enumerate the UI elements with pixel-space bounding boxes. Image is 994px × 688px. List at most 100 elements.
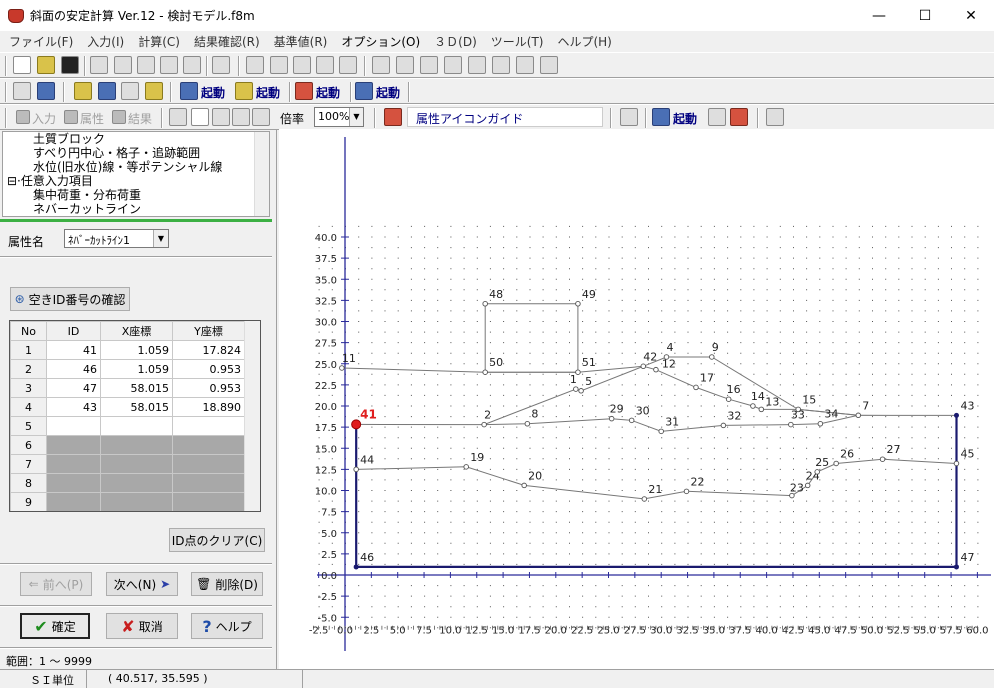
pdf-icon[interactable] <box>212 56 230 74</box>
ok-button[interactable]: ✔ 確定 <box>20 613 90 639</box>
window-icon[interactable] <box>766 108 784 126</box>
drawing-canvas[interactable]: 40.0 37.5 35.0 32.5 30.0 27.5 25.0 22.5 20.0 17.5… <box>279 129 994 669</box>
grid-tool1-icon[interactable] <box>372 56 390 74</box>
check-free-id-button[interactable]: ⊛ 空きID番号の確認 <box>10 287 130 311</box>
zoom-fit-icon[interactable] <box>212 108 230 126</box>
select-icon[interactable] <box>169 108 187 126</box>
close-button[interactable]: ✕ <box>948 0 994 31</box>
attribute-select[interactable]: ﾈﾊﾞｰｶｯﾄﾗｲﾝ1 ▼ <box>64 229 169 248</box>
clear-id-button[interactable]: ID点のクリア(C) <box>169 528 265 552</box>
table-scrollbar[interactable] <box>244 321 260 511</box>
tree-scrollbar[interactable] <box>254 132 269 216</box>
card-icon[interactable] <box>121 82 139 100</box>
table-row[interactable]: 8 <box>10 473 245 493</box>
draw-tool4-icon[interactable] <box>316 56 334 74</box>
zoom-out-icon[interactable] <box>252 108 270 126</box>
grid-tool7-icon[interactable] <box>516 56 534 74</box>
coordinate-table[interactable]: No ID X座標 Y座標 1 41 1.059 17.824 2 46 1.059 0.9… <box>9 320 261 512</box>
grid-tool8-icon[interactable] <box>540 56 558 74</box>
tree-item[interactable]: 土質ブロック <box>3 132 269 146</box>
table-row[interactable]: 4 43 58.015 18.890 <box>10 397 245 417</box>
report2-icon[interactable] <box>160 56 178 74</box>
slope-icon[interactable] <box>730 108 748 126</box>
launch2-button[interactable]: 起動 <box>256 84 280 101</box>
open-folder-icon[interactable] <box>37 56 55 74</box>
preview-icon[interactable] <box>90 56 108 74</box>
tree-item[interactable]: すべり円中心・格子・追跡範囲 <box>3 146 269 160</box>
toolbar-main <box>0 52 994 78</box>
eraser-icon[interactable] <box>620 108 638 126</box>
menu-result[interactable]: 結果確認(R) <box>187 33 267 50</box>
launch5-button[interactable]: 起動 <box>673 110 697 127</box>
tree-view[interactable]: 土質ブロック すべり円中心・格子・追跡範囲 水位(旧水位)線・等ポテンシャル線 … <box>2 131 270 217</box>
menu-option[interactable]: オプション(O) <box>334 33 427 50</box>
launch4-button[interactable]: 起動 <box>376 84 400 101</box>
table-row[interactable]: 5 <box>10 416 245 436</box>
tree-item[interactable]: 水位(旧水位)線・等ポテンシャル線 <box>3 160 269 174</box>
col-no: No <box>10 321 47 341</box>
grid-tool4-icon[interactable] <box>444 56 462 74</box>
input-mode-button[interactable]: 入力 <box>32 110 56 127</box>
attr-mode-button[interactable]: 属性 <box>80 110 104 127</box>
info-icon[interactable] <box>145 82 163 100</box>
grid-tool5-icon[interactable] <box>468 56 486 74</box>
report-icon[interactable] <box>137 56 155 74</box>
table-row[interactable]: 2 46 1.059 0.953 <box>10 359 245 379</box>
result-mode-button[interactable]: 結果 <box>128 110 152 127</box>
new-file-icon[interactable] <box>13 56 31 74</box>
y-tick-label: 35.0 <box>315 275 337 286</box>
zoom-select[interactable]: 100% ▼ <box>314 107 364 127</box>
maximize-button[interactable]: ☐ <box>902 0 948 31</box>
draw-tool1-icon[interactable] <box>246 56 264 74</box>
print-icon[interactable] <box>114 56 132 74</box>
hand-icon[interactable] <box>191 108 209 126</box>
table-row[interactable]: 6 <box>10 435 245 455</box>
export-icon[interactable] <box>183 56 201 74</box>
attribute-guide-field[interactable]: 属性アイコンガイド <box>407 107 603 127</box>
tree-item[interactable]: 集中荷重・分布荷重 <box>3 188 269 202</box>
table-row[interactable]: 1 41 1.059 17.824 <box>10 340 245 360</box>
menu-help[interactable]: ヘルプ(H) <box>550 33 618 50</box>
launch3-icon[interactable] <box>295 82 313 100</box>
grid-tool2-icon[interactable] <box>396 56 414 74</box>
launch1-icon[interactable] <box>180 82 198 100</box>
menu-3d[interactable]: ３Ｄ(D) <box>427 33 484 50</box>
launch5-icon[interactable] <box>652 108 670 126</box>
list-icon[interactable] <box>708 108 726 126</box>
menu-standard[interactable]: 基準値(R) <box>267 33 335 50</box>
manual-icon[interactable] <box>98 82 116 100</box>
launch3-button[interactable]: 起動 <box>316 84 340 101</box>
minus-box-icon[interactable]: ⊟· <box>7 174 21 188</box>
grid-tool3-icon[interactable] <box>420 56 438 74</box>
grid-tool6-icon[interactable] <box>492 56 510 74</box>
draw-tool5-icon[interactable] <box>339 56 357 74</box>
table-row[interactable]: 3 47 58.015 0.953 <box>10 378 245 398</box>
launch4-icon[interactable] <box>355 82 373 100</box>
launch1-button[interactable]: 起動 <box>201 84 225 101</box>
tree-item-expand[interactable]: ⊟·任意入力項目 <box>3 174 269 188</box>
prev-button[interactable]: ⇐ 前へ(P) <box>20 572 92 596</box>
tree-item[interactable]: ネバーカットライン <box>3 202 269 216</box>
save-icon[interactable] <box>61 56 79 74</box>
table-row[interactable]: 7 <box>10 454 245 474</box>
menu-calc[interactable]: 計算(C) <box>131 33 187 50</box>
cancel-button[interactable]: ✘ 取消 <box>106 613 178 639</box>
point-label: 34 <box>824 408 838 421</box>
launch2-icon[interactable] <box>235 82 253 100</box>
help-button[interactable]: ? ヘルプ <box>191 613 263 639</box>
draw-tool3-icon[interactable] <box>293 56 311 74</box>
next-button[interactable]: 次へ(N) ➤ <box>106 572 178 596</box>
table-row[interactable]: 9 <box>10 492 245 511</box>
minimize-button[interactable]: — <box>856 0 902 31</box>
point-label: 1 <box>570 373 577 386</box>
zoom-in-icon[interactable] <box>232 108 250 126</box>
draw-tool2-icon[interactable] <box>270 56 288 74</box>
menu-file[interactable]: ファイル(F) <box>2 33 80 50</box>
delete-button[interactable]: 🗑 削除(D) <box>191 572 263 596</box>
menu-input[interactable]: 入力(I) <box>80 33 131 50</box>
help-question-icon[interactable] <box>74 82 92 100</box>
slope-plot[interactable]: 40.037.535.032.530.027.525.022.520.017.5… <box>279 129 994 669</box>
link-icon[interactable] <box>13 82 31 100</box>
color-icon[interactable] <box>37 82 55 100</box>
menu-tool[interactable]: ツール(T) <box>484 33 551 50</box>
